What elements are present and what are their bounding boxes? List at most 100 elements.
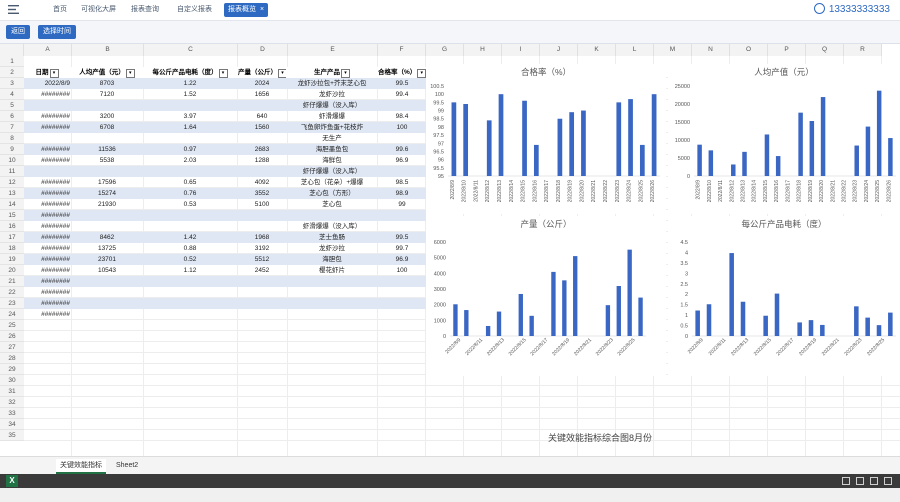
cell-product[interactable]: 龙虾沙拉包+芥末芝心包 [288, 78, 376, 89]
table-row[interactable]: ######## [24, 298, 426, 309]
row-header-29[interactable]: 29 [0, 364, 24, 375]
row-header-9[interactable]: 9 [0, 144, 24, 155]
bar[interactable] [557, 118, 563, 176]
cell-pass-rate[interactable]: 98.5 [378, 177, 426, 188]
cell-pass-rate[interactable] [378, 166, 426, 177]
cell-date[interactable] [24, 166, 72, 177]
cell-pass-rate[interactable] [378, 133, 426, 144]
cell-output[interactable]: 1656 [238, 89, 286, 100]
bar[interactable] [865, 126, 871, 176]
cell-output[interactable]: 2452 [238, 265, 286, 276]
cell-pass-rate[interactable] [378, 221, 426, 232]
chart-per-capita[interactable]: 人均产值（元） 25000 20000 15000 10000 5000 0 2022/8/… [668, 64, 900, 214]
cell-output[interactable] [238, 210, 286, 221]
cell-output[interactable]: 5100 [238, 199, 286, 210]
table-row[interactable]: ######## [24, 210, 426, 221]
cell-energy[interactable]: 0.76 [144, 188, 236, 199]
cell-per-capita[interactable]: 8462 [72, 232, 142, 243]
row-header-18[interactable]: 18 [0, 243, 24, 254]
cell-output[interactable] [238, 298, 286, 309]
cell-energy[interactable]: 0.65 [144, 177, 236, 188]
bar[interactable] [486, 120, 492, 176]
row-header-4[interactable]: 4 [0, 89, 24, 100]
bar[interactable] [569, 112, 575, 176]
cell-output[interactable]: 5512 [238, 254, 286, 265]
bar[interactable] [876, 90, 882, 176]
bar[interactable] [605, 305, 611, 336]
column-header-e[interactable]: E [288, 44, 378, 56]
cell-pass-rate[interactable]: 99.4 [378, 89, 426, 100]
cell-per-capita[interactable] [72, 287, 142, 298]
header-pass-rate[interactable]: 合格率（%） ▾ [378, 67, 426, 78]
cell-product[interactable]: 海鲜包 [288, 155, 376, 166]
bar[interactable] [763, 315, 768, 336]
row-header-32[interactable]: 32 [0, 397, 24, 408]
bar[interactable] [775, 156, 781, 176]
bar[interactable] [628, 99, 633, 176]
cell-date[interactable]: ######## [24, 210, 72, 221]
chart-output[interactable]: 产量（公斤） 6000 5000 4000 3000 2000 1000 0 2022/8/9… [426, 216, 666, 376]
row-header-16[interactable]: 16 [0, 221, 24, 232]
cell-output[interactable]: 640 [238, 111, 286, 122]
chart-pass-rate[interactable]: 合格率（%） 100.5 100 99.5 99 98.5 98 97.5 97 96.5 96 9… [426, 64, 666, 214]
cell-product[interactable]: 虾滑爆爆（没入库） [288, 221, 376, 232]
column-header-i[interactable]: I [502, 44, 540, 56]
chart-energy[interactable]: 每公斤产品电耗（度） 4.5 4 3.5 3 2.5 2 1.5 1 0.5 0 2022/8/9 2… [668, 216, 900, 376]
cell-date[interactable]: ######## [24, 89, 72, 100]
cell-date[interactable]: ######## [24, 298, 72, 309]
row-header-24[interactable]: 24 [0, 309, 24, 320]
row-header-10[interactable]: 10 [0, 155, 24, 166]
bar[interactable] [485, 325, 491, 336]
bar[interactable] [651, 94, 657, 176]
cell-product[interactable]: 芝心包（方形） [288, 188, 376, 199]
cell-energy[interactable]: 1.42 [144, 232, 236, 243]
cell-date[interactable]: ######## [24, 287, 72, 298]
bar[interactable] [888, 312, 893, 336]
bar[interactable] [797, 322, 802, 336]
cell-date[interactable]: 2022/8/9 [24, 78, 72, 89]
bar[interactable] [820, 97, 826, 176]
bar[interactable] [627, 249, 632, 336]
cell-energy[interactable]: 0.53 [144, 199, 236, 210]
cell-date[interactable]: ######## [24, 309, 72, 320]
cell-date[interactable]: ######## [24, 122, 72, 133]
cell-per-capita[interactable] [72, 309, 142, 320]
cell-product[interactable] [288, 210, 376, 221]
bar[interactable] [529, 315, 534, 336]
spreadsheet[interactable]: ABCDEFGHIJKLMNOPQR 2 3 4 5 6 7 8 9 10 11 12 13 14 15 1… [0, 44, 900, 456]
cell-product[interactable]: 虾仔爆爆（没入库） [288, 166, 376, 177]
table-row[interactable]: ######## 6708 1.64 1560 飞鱼卵炸鱼蛋+花枝炸 100 [24, 122, 426, 133]
column-header-k[interactable]: K [578, 44, 616, 56]
cell-pass-rate[interactable]: 100 [378, 265, 426, 276]
cell-energy[interactable] [144, 287, 236, 298]
row-header-26[interactable]: 26 [0, 331, 24, 342]
cell-energy[interactable]: 0.88 [144, 243, 236, 254]
cell-per-capita[interactable] [72, 298, 142, 309]
column-header-j[interactable]: J [540, 44, 578, 56]
bar[interactable] [697, 144, 702, 176]
cell-output[interactable]: 4092 [238, 177, 286, 188]
cell-date[interactable]: ######## [24, 199, 72, 210]
cell-per-capita[interactable]: 17596 [72, 177, 142, 188]
user-account[interactable]: 13333333333 [813, 3, 890, 17]
column-header-m[interactable]: M [654, 44, 692, 56]
select-time-button[interactable]: 选择时间 [38, 25, 76, 39]
header-per-capita[interactable]: 人均产值（元） ▾ [72, 67, 142, 78]
bar[interactable] [551, 271, 556, 336]
row-header-6[interactable]: 6 [0, 111, 24, 122]
cell-product[interactable]: 虾仔爆爆（没入库） [288, 100, 376, 111]
table-row[interactable]: 2022/8/9 8703 1.22 2024 龙虾沙拉包+芥末芝心包 99.5 [24, 78, 426, 89]
cell-per-capita[interactable]: 15274 [72, 188, 142, 199]
menu-icon[interactable] [8, 4, 19, 15]
cell-energy[interactable] [144, 210, 236, 221]
row-header-14[interactable]: 14 [0, 199, 24, 210]
header-output[interactable]: 产量（公斤） ▾ [238, 67, 286, 78]
filter-dropdown-icon[interactable]: ▾ [417, 69, 426, 78]
cell-pass-rate[interactable] [378, 309, 426, 320]
row-header-23[interactable]: 23 [0, 298, 24, 309]
cell-energy[interactable]: 1.12 [144, 265, 236, 276]
cell-date[interactable]: ######## [24, 254, 72, 265]
column-header-l[interactable]: L [616, 44, 654, 56]
nav-tab-custom-report[interactable]: 自定义报表 [174, 3, 215, 17]
cell-energy[interactable] [144, 221, 236, 232]
